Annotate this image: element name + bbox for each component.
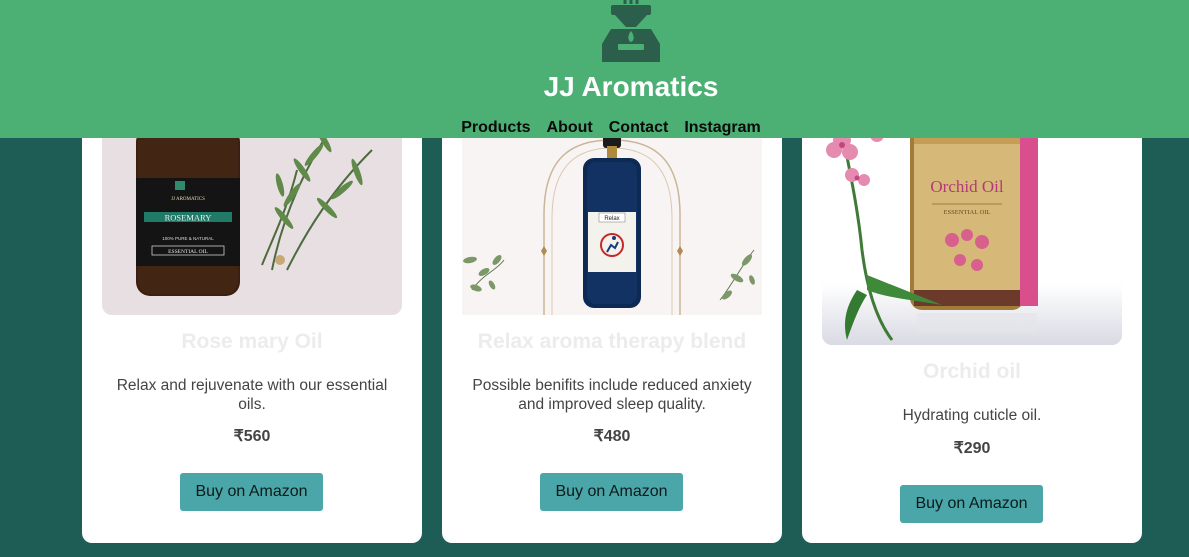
product-title: Rose mary Oil xyxy=(181,330,323,353)
product-description: Relax and rejuvenate with our essential … xyxy=(116,377,388,413)
aroma-diffuser-icon[interactable] xyxy=(598,0,664,62)
product-description: Hydrating cuticle oil. xyxy=(902,407,1042,424)
nav-link-products[interactable]: Products xyxy=(461,119,530,136)
svg-text:ESSENTIAL OIL: ESSENTIAL OIL xyxy=(168,249,208,255)
product-card: Relax Relax aroma therapy blend Possible… xyxy=(442,100,782,543)
buy-on-amazon-button[interactable]: Buy on Amazon xyxy=(900,485,1043,523)
nav-link-contact[interactable]: Contact xyxy=(609,119,669,136)
product-title: Orchid oil xyxy=(922,360,1021,383)
site-title: JJ Aromatics xyxy=(543,71,719,102)
main-nav: Products About Contact Instagram xyxy=(0,118,1189,138)
product-title: Relax aroma therapy blend xyxy=(477,330,747,353)
product-price: ₹480 xyxy=(593,428,631,445)
product-description: Possible benifits include reduced anxiet… xyxy=(472,377,752,413)
svg-text:ESSENTIAL OIL: ESSENTIAL OIL xyxy=(944,209,991,216)
product-price: ₹290 xyxy=(953,440,991,457)
site-header: JJ Aromatics Products About Contact Instagr… xyxy=(0,0,1189,138)
svg-text:ROSEMARY: ROSEMARY xyxy=(165,213,212,223)
svg-text:Relax: Relax xyxy=(604,216,619,222)
svg-text:100% PURE & NATURAL: 100% PURE & NATURAL xyxy=(162,236,214,241)
svg-text:JJ AROMATICS: JJ AROMATICS xyxy=(171,197,205,202)
product-price: ₹560 xyxy=(233,428,271,445)
nav-link-instagram[interactable]: Instagram xyxy=(684,119,760,136)
nav-link-about[interactable]: About xyxy=(547,119,593,136)
product-card: JJ AROMATICS ROSEMARY 100% PURE & NATURA… xyxy=(82,100,422,543)
buy-on-amazon-button[interactable]: Buy on Amazon xyxy=(540,473,683,511)
buy-on-amazon-button[interactable]: Buy on Amazon xyxy=(180,473,323,511)
svg-text:Orchid Oil: Orchid Oil xyxy=(930,177,1003,196)
product-card: Orchid Oil ESSENTIAL OIL Orchid oil Hydr… xyxy=(802,100,1142,543)
